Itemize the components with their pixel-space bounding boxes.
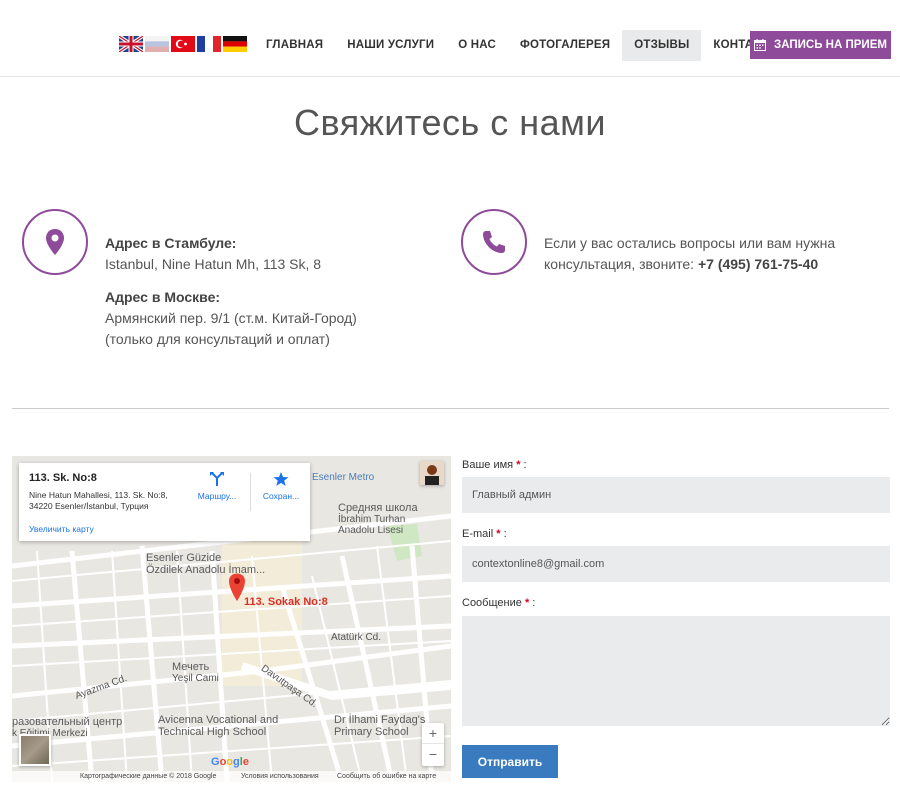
satellite-view-toggle[interactable] [19, 734, 51, 766]
map-label-avicenna2: Technical High School [158, 726, 267, 738]
email-field[interactable] [462, 546, 890, 582]
phone-text-line1: Если у вас остались вопросы или вам нужн… [544, 235, 836, 251]
map-label-edu1: разовательный центр [12, 716, 123, 728]
save-place-button[interactable]: Сохран... [255, 471, 307, 501]
nav-item-services[interactable]: НАШИ УСЛУГИ [335, 30, 446, 61]
gb-flag-icon[interactable] [119, 36, 143, 52]
map-card-separator [250, 473, 251, 511]
zoom-in-button[interactable]: + [422, 723, 444, 744]
fr-flag-icon[interactable] [197, 36, 221, 52]
map-footer: Картографические данные © 2018 Google Ус… [12, 771, 451, 782]
google-map[interactable]: Esenler Metro Средняя школа İbrahim Turh… [12, 456, 451, 782]
message-label: Сообщение * : [462, 597, 535, 609]
name-field[interactable] [462, 477, 890, 513]
tr-flag-icon[interactable] [171, 36, 195, 52]
submit-button[interactable]: Отправить [462, 745, 558, 778]
page-title: Свяжитесь с нами [293, 102, 607, 143]
map-label-school: Средняя школа [338, 502, 418, 514]
email-label-text: E-mail [462, 528, 494, 540]
location-icon-circle [22, 209, 88, 275]
label-suffix: : [520, 459, 527, 471]
map-label-ilhami1: Dr İlhami Faydag's [334, 714, 426, 726]
name-label-text: Ваше имя [462, 459, 514, 471]
istanbul-address: Адрес в Стамбуле: Istanbul, Nine Hatun M… [105, 233, 321, 275]
language-flags [119, 36, 247, 52]
appointment-button[interactable]: ЗАПИСЬ НА ПРИЕМ [750, 31, 891, 59]
nav-item-about[interactable]: О НАС [446, 30, 508, 61]
name-label: Ваше имя * : [462, 459, 527, 471]
star-icon [273, 472, 289, 486]
map-label-mosque-ru: Мечеть [172, 661, 210, 673]
map-data-credit[interactable]: Картографические данные © 2018 Google [80, 771, 216, 782]
map-label-mosque-tr: Yeşil Cami [172, 673, 219, 684]
moscow-address-line1: Армянский пер. 9/1 (ст.м. Китай-Город) [105, 310, 357, 326]
phone-info: Если у вас остались вопросы или вам нужн… [544, 233, 835, 275]
avatar-image-icon [420, 461, 444, 485]
site-header: ГЛАВНАЯ НАШИ УСЛУГИ О НАС ФОТОГАЛЕРЕЯ ОТ… [0, 0, 900, 77]
phone-icon-circle [461, 209, 527, 275]
map-card-address-line2: 34220 Esenler/İstanbul, Турция [29, 501, 149, 511]
route-label: Маршру... [197, 491, 237, 501]
calendar-icon [754, 39, 767, 51]
email-label: E-mail * : [462, 528, 507, 540]
nav-item-home[interactable]: ГЛАВНАЯ [254, 30, 335, 61]
label-suffix: : [529, 597, 536, 609]
map-info-card: 113. Sk. No:8 Nine Hatun Mahallesi, 113.… [19, 463, 310, 541]
moscow-address: Адрес в Москве: Армянский пер. 9/1 (ст.м… [105, 287, 357, 350]
route-button[interactable]: Маршру... [191, 471, 243, 501]
map-label-guzide2: Özdilek Anadolu İmam... [146, 564, 266, 576]
map-label-school-tr2: Anadolu Lisesi [338, 525, 404, 536]
map-label-guzide1: Esenler Güzide [146, 552, 222, 564]
ru-flag-icon[interactable] [145, 36, 169, 52]
map-zoom-controls: + − [422, 723, 444, 766]
directions-icon [210, 472, 224, 486]
message-field[interactable] [462, 616, 890, 726]
label-suffix: : [500, 528, 507, 540]
section-divider [12, 408, 889, 409]
enlarge-map-link[interactable]: Увеличить карту [29, 524, 94, 534]
main-nav: ГЛАВНАЯ НАШИ УСЛУГИ О НАС ФОТОГАЛЕРЕЯ ОТ… [254, 30, 792, 61]
moscow-heading: Адрес в Москве: [105, 289, 221, 305]
phone-number[interactable]: +7 (495) 761-75-40 [698, 256, 818, 272]
google-logo: Google [211, 756, 249, 768]
phone-text-line2: консультация, звоните: [544, 256, 695, 272]
map-marker-label[interactable]: 113. Sokak No:8 [244, 596, 328, 608]
phone-icon [483, 231, 505, 253]
nav-item-reviews[interactable]: ОТЗЫВЫ [622, 30, 702, 61]
moscow-address-line2: (только для консультаций и оплат) [105, 331, 330, 347]
location-pin-icon [46, 229, 64, 255]
istanbul-address-text: Istanbul, Nine Hatun Mh, 113 Sk, 8 [105, 256, 322, 272]
de-flag-icon[interactable] [223, 36, 247, 52]
map-label-metro: Esenler Metro [312, 472, 375, 483]
map-label-avicenna1: Avicenna Vocational and [158, 714, 279, 726]
istanbul-heading: Адрес в Стамбуле: [105, 235, 237, 251]
message-label-text: Сообщение [462, 597, 522, 609]
zoom-out-button[interactable]: − [422, 744, 444, 765]
map-card-title: 113. Sk. No:8 [29, 472, 97, 484]
user-avatar[interactable] [420, 461, 444, 485]
map-card-address: Nine Hatun Mahallesi, 113. Sk. No:8, 342… [29, 490, 189, 512]
save-place-label: Сохран... [262, 491, 300, 501]
map-card-address-line1: Nine Hatun Mahallesi, 113. Sk. No:8, [29, 490, 168, 500]
map-label-ataturk: Atatürk Cd. [331, 632, 382, 643]
map-label-school-tr1: İbrahim Turhan [338, 514, 406, 525]
appointment-button-label: ЗАПИСЬ НА ПРИЕМ [774, 39, 887, 51]
map-report-link[interactable]: Сообщить об ошибке на карте [337, 771, 436, 782]
map-terms-link[interactable]: Условия использования [241, 771, 319, 782]
map-label-ilhami2: Primary School [334, 726, 409, 738]
nav-item-gallery[interactable]: ФОТОГАЛЕРЕЯ [508, 30, 622, 61]
